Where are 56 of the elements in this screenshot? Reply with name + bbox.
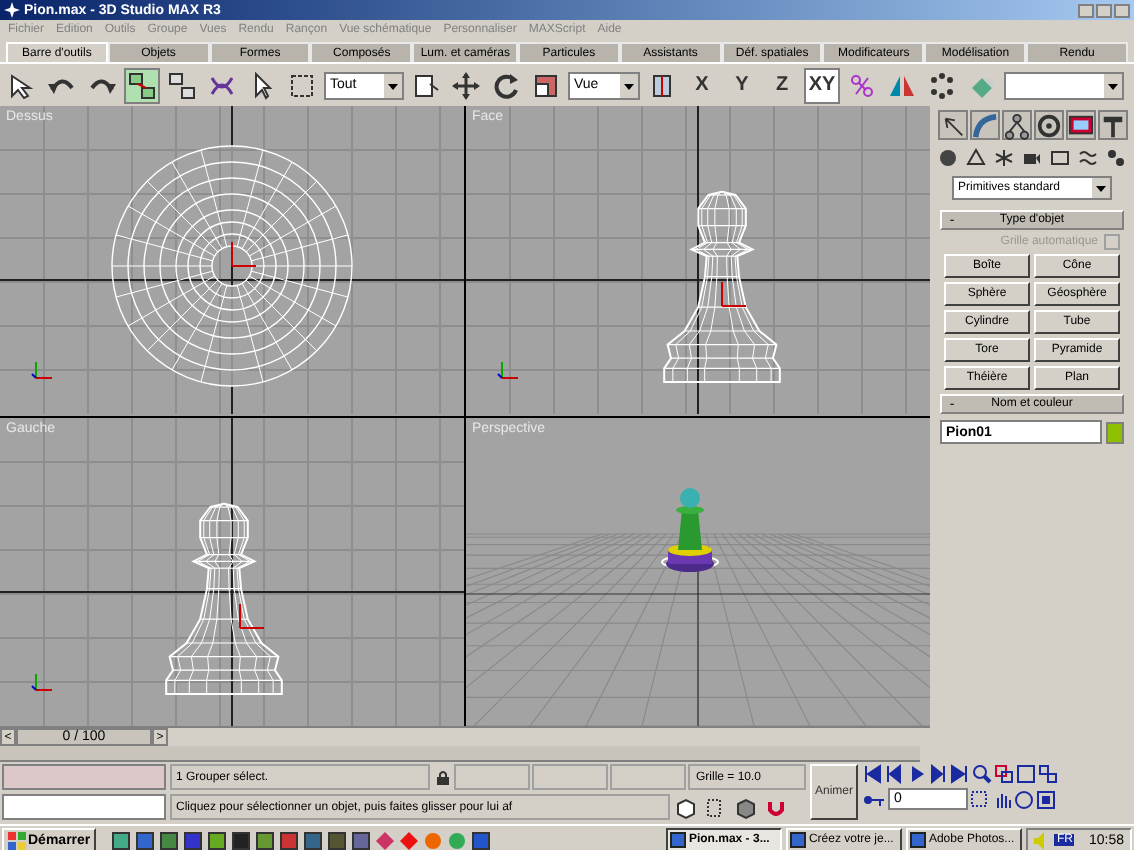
dropdown-caret-icon [384,73,402,97]
mirror-icon[interactable] [888,71,916,99]
scale-icon[interactable] [532,71,560,99]
axis-constraint-button[interactable]: XY [804,67,840,103]
inverse-kinematics-icon[interactable] [848,71,876,99]
motion-wheel-icon[interactable] [1035,111,1061,139]
app-star-icon [4,2,20,18]
rotate-icon[interactable] [492,71,520,99]
next-frame-icon[interactable] [928,764,948,784]
wave-icon[interactable] [1078,148,1098,168]
dropdown-caret-icon [1092,178,1110,198]
zoom-icon[interactable] [972,764,992,784]
lock-icon[interactable] [435,769,449,785]
window-icon [670,832,687,848]
move-icon[interactable] [452,71,480,99]
unlink-icon[interactable] [168,71,196,99]
window-icon [910,832,927,848]
region-select-icon[interactable] [288,71,316,99]
windows-flag-icon [8,831,26,849]
minimize-button[interactable] [1078,3,1094,17]
sphere-icon[interactable] [938,148,958,168]
zoom-all-icon[interactable] [994,764,1014,784]
coordinate-field[interactable] [532,764,608,790]
axis-constraint-button[interactable]: X [684,67,720,103]
window-icon [790,832,807,848]
axis-tripod-icon [497,361,519,379]
color-swatch[interactable] [1106,421,1124,443]
axis-constraint-button[interactable]: Z [764,67,800,103]
query-arrow-icon[interactable] [8,71,36,99]
previous-frame-icon[interactable] [884,764,904,784]
go-to-end-icon[interactable] [950,764,970,784]
coordinate-field[interactable] [610,764,686,790]
maximize-button[interactable] [1096,3,1112,17]
axis-tripod-icon [31,672,53,690]
modify-arc-icon[interactable] [971,111,997,139]
coordinate-field[interactable] [454,764,530,790]
display-monitor-icon[interactable] [1067,111,1093,139]
dropdown-caret-icon [1104,73,1122,97]
go-to-start-icon[interactable] [862,764,882,784]
array-icon[interactable] [928,71,956,99]
link-icon[interactable] [128,71,156,99]
play-icon[interactable] [906,764,926,784]
shapes-icon[interactable] [966,148,986,168]
hierarchy-icon[interactable] [1003,111,1029,139]
macro-listener-field[interactable] [2,764,166,790]
macro-input-field[interactable] [2,794,166,820]
maximize-viewport-icon[interactable] [1036,789,1056,809]
zoom-extents-all-icon[interactable] [1038,764,1058,784]
dropdown-caret-icon [620,73,638,97]
axis-tripod-icon [31,361,53,379]
named-selection-dropdown[interactable] [1004,71,1124,99]
zoom-extents-icon[interactable] [1016,764,1036,784]
close-button[interactable] [1114,3,1130,17]
region-zoom-icon[interactable] [970,789,990,809]
axis-constraint-button[interactable]: Y [724,67,760,103]
shaded-pawn-drawing [661,487,719,571]
